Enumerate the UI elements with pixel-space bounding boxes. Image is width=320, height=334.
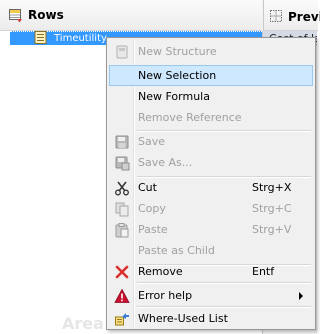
menu-label: New Structure <box>138 45 217 58</box>
menu-shortcut: Strg+C <box>252 202 292 215</box>
menu-item-new-formula[interactable]: New Formula <box>109 86 313 107</box>
menu-label: Save <box>138 135 166 148</box>
menu-shortcut: Entf <box>252 265 275 278</box>
preview-panel-header: Previ <box>263 0 320 31</box>
submenu-arrow-icon <box>299 292 303 300</box>
menu-label: Cut <box>138 181 157 194</box>
save-as-icon <box>115 156 130 171</box>
menu-label: Remove <box>138 265 183 278</box>
preview-grid-icon <box>270 10 282 22</box>
preview-panel-title: Previ <box>288 10 320 24</box>
area-watermark: Area <box>62 314 104 333</box>
context-menu: New Structure New Selection New Formula … <box>106 37 316 330</box>
menu-item-new-selection[interactable]: New Selection <box>109 65 313 86</box>
menu-shortcut: Strg+V <box>252 223 292 236</box>
scissors-icon <box>115 181 129 196</box>
menu-label: Save As... <box>138 156 193 169</box>
menu-label: Where-Used List <box>138 312 228 325</box>
menu-separator <box>137 282 311 284</box>
menu-label: Paste as Child <box>138 244 215 257</box>
menu-label: Remove Reference <box>138 111 242 124</box>
menu-label: New Formula <box>138 90 210 103</box>
copy-icon <box>115 202 129 217</box>
dimension-icon <box>34 31 47 44</box>
paste-icon <box>115 223 129 238</box>
where-used-icon <box>115 313 129 326</box>
menu-item-remove-reference[interactable]: Remove Reference <box>109 107 313 128</box>
remove-x-icon <box>115 265 129 279</box>
menu-item-paste-as-child[interactable]: Paste as Child <box>109 240 313 261</box>
menu-item-save-as[interactable]: Save As... <box>109 152 313 173</box>
menu-item-new-structure[interactable]: New Structure <box>109 41 313 62</box>
save-icon <box>115 135 129 149</box>
menu-item-save[interactable]: Save <box>109 131 313 152</box>
menu-label: Paste <box>138 223 168 236</box>
menu-item-copy[interactable]: Copy Strg+C <box>109 198 313 219</box>
menu-label: New Selection <box>138 69 217 82</box>
menu-item-cut[interactable]: Cut Strg+X <box>109 177 313 198</box>
menu-item-error-help[interactable]: Error help <box>109 285 313 306</box>
menu-item-where-used-list[interactable]: Where-Used List <box>109 308 313 329</box>
menu-item-paste[interactable]: Paste Strg+V <box>109 219 313 240</box>
rows-icon <box>9 9 22 23</box>
menu-shortcut: Strg+X <box>252 181 292 194</box>
menu-label: Copy <box>138 202 166 215</box>
tree-item-label: Timeutility <box>54 33 107 44</box>
menu-label: Error help <box>138 289 193 302</box>
warning-icon <box>114 288 130 303</box>
rows-panel-title: Rows <box>28 8 64 22</box>
new-structure-icon <box>116 45 128 59</box>
menu-item-remove[interactable]: Remove Entf <box>109 261 313 282</box>
rows-panel-header: Rows <box>0 0 262 31</box>
